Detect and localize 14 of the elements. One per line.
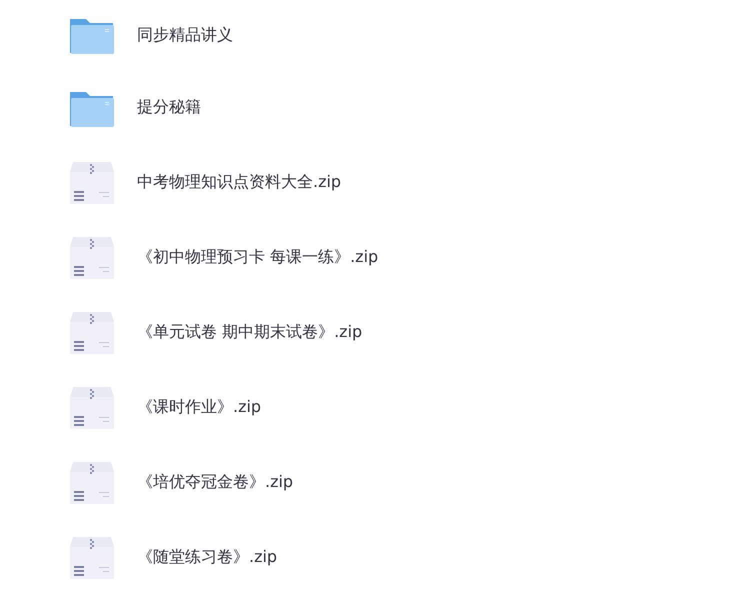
file-name[interactable]: 《课时作业》.zip <box>137 397 262 418</box>
file-name[interactable]: 《初中物理预习卡 每课一练》.zip <box>137 247 378 268</box>
archive-icon <box>69 534 115 580</box>
archive-icon <box>69 310 115 356</box>
file-name[interactable]: 同步精品讲义 <box>137 24 233 46</box>
archive-icon <box>69 384 115 430</box>
archive-icon <box>69 160 115 206</box>
file-name[interactable]: 《单元试卷 期中期末试卷》.zip <box>137 322 362 343</box>
file-name[interactable]: 提分秘籍 <box>137 97 201 118</box>
archive-icon <box>69 234 115 280</box>
archive-icon <box>69 460 115 506</box>
file-name[interactable]: 《随堂练习卷》.zip <box>137 547 278 568</box>
file-name[interactable]: 《培优夺冠金卷》.zip <box>137 472 294 493</box>
file-name[interactable]: 中考物理知识点资料大全.zip <box>137 172 342 193</box>
